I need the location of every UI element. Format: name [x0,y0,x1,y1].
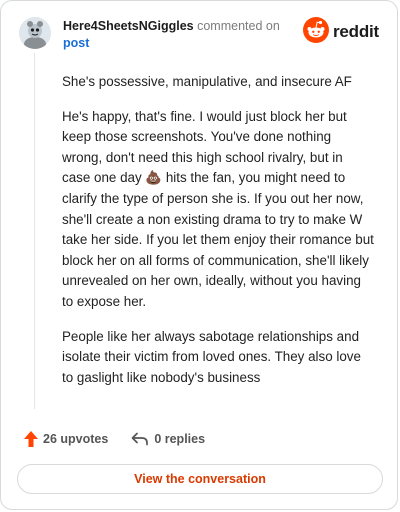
view-conversation-button[interactable]: View the conversation [17,464,383,494]
comment-body: She's possessive, manipulative, and inse… [62,72,374,402]
user-avatar-icon[interactable] [19,17,51,49]
upvote-arrow-icon [24,431,38,447]
upvote-button[interactable]: 26 upvotes [19,431,108,447]
reddit-wordmark: reddit [332,22,379,41]
post-link[interactable]: post [63,35,303,52]
thread-line [34,53,35,409]
comment-paragraph: He's happy, that's fine. I would just bl… [62,107,374,313]
comment-text: hits the fan, you might need to clarify … [62,170,374,309]
reddit-logo-icon [302,16,329,48]
reply-count: 0 replies [154,432,206,446]
comment-paragraph: People like her always sabotage relation… [62,328,361,385]
reply-arrow-icon [131,432,149,446]
comment-paragraph: She's possessive, manipulative, and inse… [62,74,352,89]
commenter-line: Here4SheetsNGiggles commented on post [63,18,303,52]
username-link[interactable]: Here4SheetsNGiggles [63,19,194,33]
comment-card: Here4SheetsNGiggles commented on post re… [0,0,398,510]
comment-header: Here4SheetsNGiggles commented on post re… [17,15,385,55]
poop-emoji-icon: 💩 [145,170,163,186]
replies-button[interactable]: 0 replies [126,432,205,446]
reddit-logo[interactable]: reddit [302,16,379,48]
action-bar: 26 upvotes 0 replies [19,429,205,449]
upvote-count: 26 upvotes [43,432,109,446]
commented-on-text: commented on [197,19,280,33]
